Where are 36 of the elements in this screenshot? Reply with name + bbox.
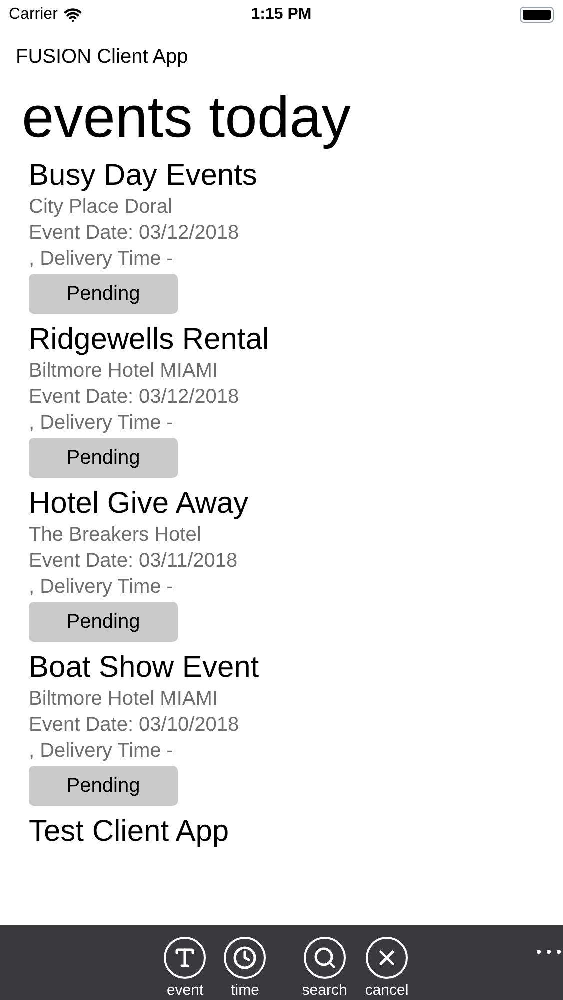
toolbar-button[interactable]: search (302, 937, 348, 1000)
delivery-time: , Delivery Time - (29, 575, 174, 600)
event-venue: City Place Doral (29, 195, 174, 220)
status-time: 1:15 PM (251, 5, 312, 25)
event-title[interactable]: Busy Day Events (29, 158, 534, 194)
event-venue: Biltmore Hotel MIAMI (29, 359, 219, 384)
toolbar-button[interactable]: event (164, 937, 206, 1000)
status-button[interactable]: Pending (29, 274, 178, 314)
event-date: Event Date: 03/12/2018 (29, 221, 240, 246)
event-title[interactable]: Ridgewells Rental (29, 322, 534, 358)
status-button[interactable]: Pending (29, 766, 178, 806)
toolbar-button[interactable]: cancel (365, 937, 409, 1000)
event-title[interactable]: Test Client App (29, 814, 534, 850)
app-title: FUSION Client App (16, 45, 190, 70)
page-heading: events today (21, 86, 352, 150)
toolbar-button[interactable]: time (224, 937, 266, 1000)
clock-icon (224, 937, 266, 979)
status-button[interactable]: Pending (29, 438, 178, 478)
event-title[interactable]: Boat Show Event (29, 650, 534, 686)
event-date: Event Date: 03/10/2018 (29, 713, 240, 738)
search-icon (304, 937, 346, 979)
delivery-time: , Delivery Time - (29, 247, 174, 272)
carrier-name: Carrier (9, 5, 58, 25)
delivery-time: , Delivery Time - (29, 411, 174, 436)
event-title[interactable]: Hotel Give Away (29, 486, 534, 522)
status-button[interactable]: Pending (29, 602, 178, 642)
event-date: Event Date: 03/12/2018 (29, 385, 240, 410)
event-date: Event Date: 03/11/2018 (29, 549, 239, 574)
wifi-icon (64, 6, 82, 24)
more-icon[interactable] (537, 950, 561, 954)
delivery-time: , Delivery Time - (29, 739, 174, 764)
event-venue: The Breakers Hotel (29, 523, 202, 548)
close-icon (366, 937, 408, 979)
event-venue: Biltmore Hotel MIAMI (29, 687, 219, 712)
text-icon (164, 937, 206, 979)
battery-icon (520, 7, 554, 23)
